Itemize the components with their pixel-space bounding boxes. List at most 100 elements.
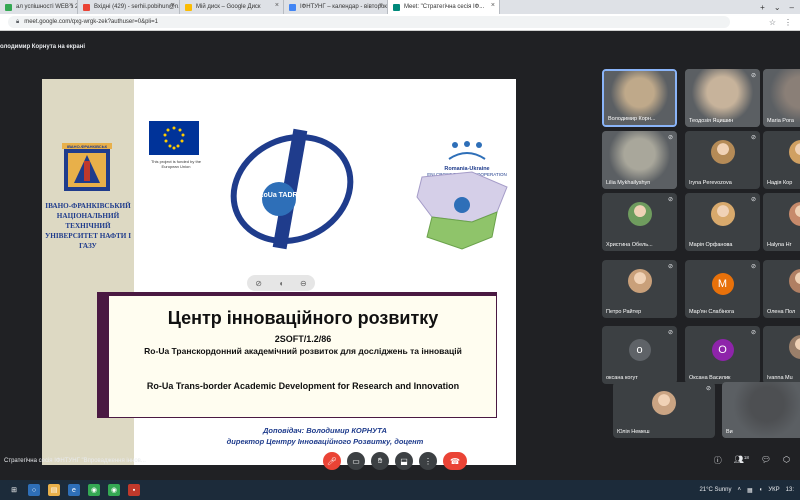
slide-en-title: Ro-Ua Trans-border Academic Development … xyxy=(146,381,460,391)
participant-name: Петро Райтер xyxy=(606,309,642,315)
participant-name: Володимир Корн... xyxy=(608,116,656,122)
university-name: ІВАНО-ФРАНКІВСЬКИЙ НАЦІОНАЛЬНИЙ ТЕХНІЧНИ… xyxy=(45,202,131,250)
new-tab-button[interactable]: + xyxy=(760,3,765,12)
participant-name: Теодозія Яцишин xyxy=(689,118,734,124)
star-icon[interactable]: ☆ xyxy=(769,18,776,27)
windows-start-icon[interactable]: ⊞ xyxy=(8,484,20,496)
participant-tile[interactable]: о ⊘ оксана когут xyxy=(602,326,677,384)
participant-name: Halyna Hr xyxy=(767,242,792,248)
eu-funding-note: This project is funded by the European U… xyxy=(150,159,202,169)
avatar xyxy=(652,391,676,415)
tab-list: ал успішності WEB з 2... × Вхідні (429) - … xyxy=(0,0,500,14)
browser-tab[interactable]: ал успішності WEB з 2... × xyxy=(0,0,78,14)
browser-tab[interactable]: Вхідні (429) - serhii.pobihun@n... × xyxy=(78,0,180,14)
participant-tile[interactable]: ⊘ Петро Райтер xyxy=(602,260,677,318)
presenter-label: олодимир Корнута на екрані xyxy=(0,44,86,50)
camera-toggle-button[interactable]: ▭ xyxy=(347,452,365,470)
volume-tray-icon[interactable]: ◖ xyxy=(759,487,763,493)
more-options-button[interactable]: ⋮ xyxy=(419,452,437,470)
remove-icon[interactable]: ⊖ xyxy=(300,279,307,288)
participant-tile[interactable]: Ви xyxy=(722,382,800,438)
participant-tile[interactable]: Володимир Корн... xyxy=(602,69,677,127)
slide-ua-title: Ro-Ua Транскордонний академічний розвито… xyxy=(144,346,462,356)
participant-name: Lilia Mykhailyshyn xyxy=(606,180,651,186)
tray-chevron-icon[interactable]: ˄ xyxy=(738,487,742,493)
weather-text[interactable]: 21°C Sunny xyxy=(699,487,731,493)
avatar xyxy=(788,269,800,293)
mic-toggle-button[interactable]: 🎤︎ xyxy=(323,452,341,470)
shared-slide: ІВАНО-ФРАНКІВСЬК ІВАНО-ФРАНКІВСЬКИЙ НАЦІ… xyxy=(42,79,516,465)
participant-video xyxy=(722,382,800,438)
minimize-icon[interactable]: – xyxy=(790,3,794,12)
people-button[interactable]: 👥︎18 xyxy=(734,455,749,466)
edge-icon[interactable]: e xyxy=(68,484,80,496)
slide-title-box: Центр інноваційного розвитку 2SOFT/1.2/8… xyxy=(97,292,497,418)
lock-icon: 🔒︎ xyxy=(16,18,20,25)
end-call-button[interactable]: ☎︎ xyxy=(443,452,467,470)
chrome-profile-icon[interactable]: ◉ xyxy=(108,484,120,496)
meet-control-bar: Стратегічна сесія ІФНТУНГ "Впровадження … xyxy=(0,447,800,480)
chat-icon[interactable]: 💬︎ xyxy=(761,455,771,466)
participant-tile[interactable]: О ⊘ Оксана Василик xyxy=(685,326,760,384)
favicon-icon xyxy=(289,4,296,11)
browser-tab[interactable]: ІФНТУНГ – календар - вівторок,... × xyxy=(284,0,388,14)
participant-name: оксана когут xyxy=(606,375,638,381)
favicon-icon xyxy=(5,4,12,11)
participant-name: Iryna Perevozova xyxy=(689,180,732,186)
participant-name: Оксана Василик xyxy=(689,375,731,381)
avatar: о xyxy=(628,339,651,361)
mic-off-icon: ⊘ xyxy=(667,264,673,270)
present-button[interactable]: ⬓ xyxy=(395,452,413,470)
participant-tile[interactable]: Halyna Hr xyxy=(763,193,800,251)
close-tab-icon[interactable]: × xyxy=(275,2,279,9)
participant-tile[interactable]: ⊘ Марія Орфанова xyxy=(685,193,760,251)
activities-icon[interactable]: ⬡ xyxy=(783,455,790,466)
speaker-role: директор Центру Інноваційного Розвитку, … xyxy=(226,437,424,446)
avatar xyxy=(627,269,652,293)
volume-icon[interactable]: ◖ xyxy=(279,279,284,288)
browser-tab[interactable]: Мій диск – Google Диск × xyxy=(180,0,284,14)
participant-tile[interactable]: ⊘ Iryna Perevozova xyxy=(685,131,760,189)
chrome-icon[interactable]: ◉ xyxy=(88,484,100,496)
mic-off-icon: ⊘ xyxy=(667,135,673,141)
file-explorer-icon[interactable]: ▤ xyxy=(48,484,60,496)
slide-main-title: Центр інноваційного розвитку xyxy=(167,308,439,328)
mic-off-icon[interactable]: ⊘ xyxy=(255,279,262,288)
tab-title: Meet: "Стратегічна сесія ІФ... xyxy=(404,4,485,10)
participant-name: Ви xyxy=(726,429,733,435)
close-tab-icon[interactable]: × xyxy=(69,2,73,9)
eu-flag-icon xyxy=(149,121,199,155)
close-tab-icon[interactable]: × xyxy=(171,2,175,9)
participant-name: Мар'ян Слабінога xyxy=(689,309,735,315)
mic-off-icon: ⊘ xyxy=(750,197,756,203)
participant-tile[interactable]: Надія Кор xyxy=(763,131,800,189)
search-icon[interactable]: ○ xyxy=(28,484,40,496)
raise-hand-button[interactable]: ✋︎ xyxy=(371,452,389,470)
network-icon[interactable]: ▦ xyxy=(747,487,753,494)
roua-logo-text: RoUa TADRI xyxy=(258,192,299,199)
browser-tab[interactable]: Meet: "Стратегічна сесія ІФ... × xyxy=(388,0,500,14)
favicon-icon xyxy=(185,4,192,11)
clock[interactable]: 13: xyxy=(786,487,794,493)
participant-tile[interactable]: ⊘ Христина Обель... xyxy=(602,193,677,251)
participant-tile[interactable]: M ⊘ Мар'ян Слабінога xyxy=(685,260,760,318)
tab-title: ІФНТУНГ – календар - вівторок,... xyxy=(300,4,388,10)
close-tab-icon[interactable]: × xyxy=(491,2,495,9)
address-bar[interactable]: 🔒︎ meet.google.com/qxg-wrgk-zek?authuser… xyxy=(8,16,730,28)
participant-tile[interactable]: Maria Pora xyxy=(763,69,800,127)
participant-tile[interactable]: ⊘ Lilia Mykhailyshyn xyxy=(602,131,677,189)
info-icon[interactable]: ⓘ xyxy=(714,455,722,466)
participant-grid: Володимир Корн... ⊘ Теодозія Яцишин Maria P… xyxy=(600,66,800,451)
call-controls: 🎤︎ ▭ ✋︎ ⬓ ⋮ ☎︎ xyxy=(323,452,467,470)
language-indicator[interactable]: УКР xyxy=(768,487,779,493)
app-icon[interactable]: ▪ xyxy=(128,484,140,496)
chevron-down-icon[interactable]: ⌄ xyxy=(774,3,781,12)
close-tab-icon[interactable]: × xyxy=(379,2,383,9)
extensions-icon[interactable]: ⋮ xyxy=(784,18,792,27)
participant-tile[interactable]: ⊘ Теодозія Яцишин xyxy=(685,69,760,127)
participant-tile[interactable]: Олена Пол xyxy=(763,260,800,318)
mic-off-icon: ⊘ xyxy=(667,197,673,203)
participant-tile[interactable]: Ivanna Mu xyxy=(763,326,800,384)
os-taskbar: ⊞ ○ ▤ e ◉ ◉ ▪ 21°C Sunny ˄ ▦ ◖ УКР 13: xyxy=(0,480,800,500)
participant-tile[interactable]: ⊘ Юлія Немеш xyxy=(613,382,715,438)
